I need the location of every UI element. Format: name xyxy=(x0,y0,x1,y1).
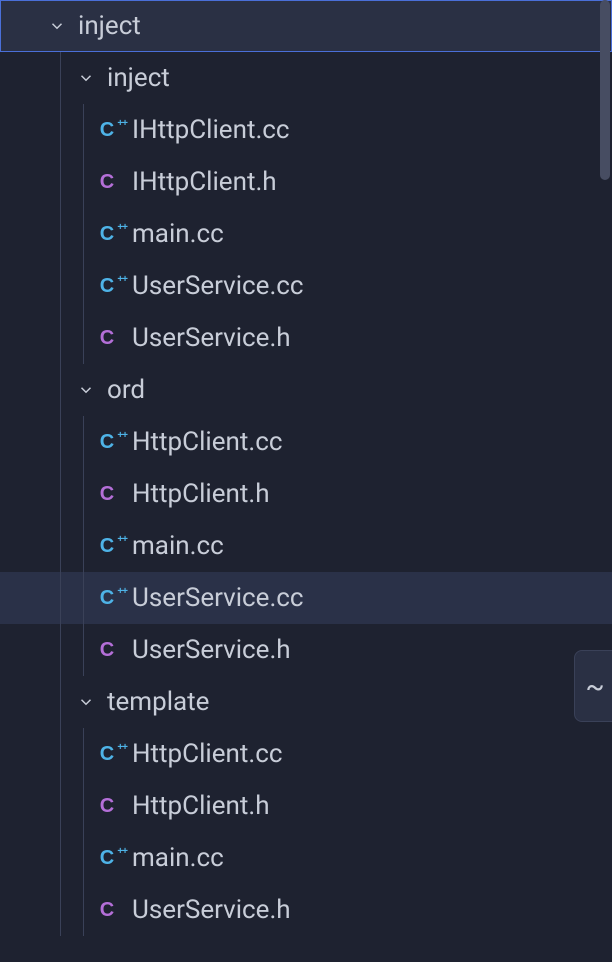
file-label: IHttpClient.h xyxy=(132,167,277,197)
file-label: UserService.h xyxy=(132,895,291,925)
folder-label: template xyxy=(107,687,209,717)
tree-folder-template[interactable]: template xyxy=(0,676,612,728)
tree-file[interactable]: C main.cc xyxy=(0,208,612,260)
tilde-icon: ~ xyxy=(585,670,604,703)
file-label: UserService.cc xyxy=(132,583,304,613)
cpp-file-icon: C xyxy=(92,743,122,766)
file-label: HttpClient.cc xyxy=(132,427,282,457)
tree-folder-inject-root[interactable]: inject xyxy=(0,0,612,52)
header-file-icon: C xyxy=(92,171,122,194)
file-label: IHttpClient.cc xyxy=(132,115,290,145)
tree-file[interactable]: C HttpClient.cc xyxy=(0,416,612,468)
file-label: UserService.h xyxy=(132,323,291,353)
cpp-file-icon: C xyxy=(92,223,122,246)
tree-file[interactable]: C IHttpClient.cc xyxy=(0,104,612,156)
header-file-icon: C xyxy=(92,483,122,506)
file-label: main.cc xyxy=(132,531,224,561)
cpp-file-icon: C xyxy=(92,431,122,454)
folder-label: inject xyxy=(78,11,141,41)
header-file-icon: C xyxy=(92,899,122,922)
file-label: main.cc xyxy=(132,843,224,873)
folder-label: ord xyxy=(107,375,145,405)
file-tree: inject inject C IHttpClient.cc C IHttpCl… xyxy=(0,0,612,936)
file-label: UserService.h xyxy=(132,635,291,665)
side-widget-toggle[interactable]: ~ xyxy=(574,650,612,722)
tree-folder-ord[interactable]: ord xyxy=(0,364,612,416)
cpp-file-icon: C xyxy=(92,847,122,870)
cpp-file-icon: C xyxy=(92,275,122,298)
tree-file[interactable]: C UserService.h xyxy=(0,624,612,676)
header-file-icon: C xyxy=(92,639,122,662)
tree-file[interactable]: C UserService.h xyxy=(0,884,612,936)
tree-file[interactable]: C HttpClient.cc xyxy=(0,728,612,780)
chevron-down-icon[interactable] xyxy=(73,689,99,715)
tree-file[interactable]: C UserService.h xyxy=(0,312,612,364)
indent-guide xyxy=(60,52,61,104)
header-file-icon: C xyxy=(92,795,122,818)
tree-file[interactable]: C main.cc xyxy=(0,520,612,572)
cpp-file-icon: C xyxy=(92,535,122,558)
chevron-down-icon[interactable] xyxy=(73,377,99,403)
tree-file[interactable]: C main.cc xyxy=(0,832,612,884)
file-label: main.cc xyxy=(132,219,224,249)
tree-file[interactable]: C HttpClient.h xyxy=(0,780,612,832)
cpp-file-icon: C xyxy=(92,119,122,142)
tree-file[interactable]: C HttpClient.h xyxy=(0,468,612,520)
tree-folder-inject[interactable]: inject xyxy=(0,52,612,104)
cpp-file-icon: C xyxy=(92,587,122,610)
tree-file[interactable]: C UserService.cc xyxy=(0,260,612,312)
folder-label: inject xyxy=(107,63,170,93)
tree-file[interactable]: C IHttpClient.h xyxy=(0,156,612,208)
chevron-down-icon[interactable] xyxy=(44,13,70,39)
chevron-down-icon[interactable] xyxy=(73,65,99,91)
tree-file-current[interactable]: C UserService.cc xyxy=(0,572,612,624)
header-file-icon: C xyxy=(92,327,122,350)
file-label: HttpClient.cc xyxy=(132,739,282,769)
file-label: HttpClient.h xyxy=(132,479,270,509)
file-label: HttpClient.h xyxy=(132,791,270,821)
scrollbar-vertical[interactable] xyxy=(598,0,612,962)
file-label: UserService.cc xyxy=(132,271,304,301)
